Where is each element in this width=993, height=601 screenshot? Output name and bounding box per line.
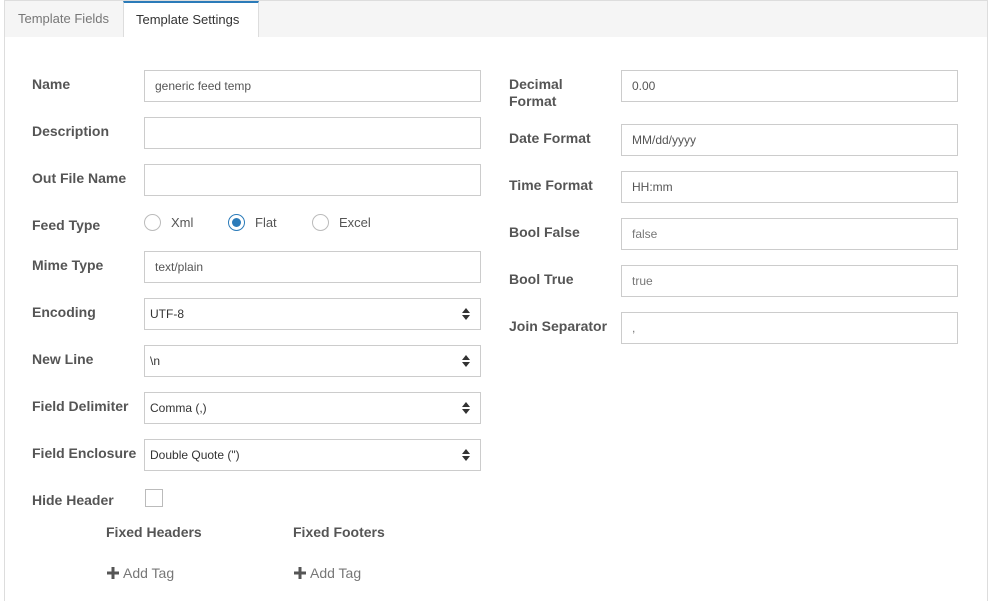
hide-header-label: Hide Header <box>32 492 114 508</box>
decimal-format-label-line2: Format <box>509 93 557 109</box>
time-format-label: Time Format <box>509 177 593 193</box>
feed-type-flat-radio[interactable]: Flat <box>228 214 277 231</box>
feed-type-label: Feed Type <box>32 217 101 233</box>
new-line-label: New Line <box>32 351 94 367</box>
tab-bar: Template Fields Template Settings <box>5 1 987 37</box>
select-arrows-icon <box>462 308 470 320</box>
radio-circle <box>144 214 161 231</box>
fixed-headers-heading: Fixed Headers <box>106 524 202 540</box>
radio-label-flat: Flat <box>255 215 277 230</box>
time-format-input[interactable] <box>621 171 958 203</box>
add-tag-label: Add Tag <box>123 565 175 581</box>
radio-circle-selected <box>228 214 245 231</box>
date-format-label: Date Format <box>509 130 591 146</box>
plus-icon <box>107 567 119 579</box>
date-format-input[interactable] <box>621 124 958 156</box>
plus-icon <box>294 567 306 579</box>
radio-circle <box>312 214 329 231</box>
bool-true-input[interactable] <box>621 265 958 297</box>
field-delimiter-value: Comma (,) <box>150 401 207 415</box>
out-file-name-label: Out File Name <box>32 170 127 186</box>
radio-label-xml: Xml <box>171 215 194 230</box>
field-delimiter-label: Field Delimiter <box>32 398 129 414</box>
select-arrows-icon <box>462 402 470 414</box>
select-arrows-icon <box>462 449 470 461</box>
fixed-footers-heading: Fixed Footers <box>293 524 385 540</box>
decimal-format-input[interactable] <box>621 70 958 102</box>
join-separator-input[interactable] <box>621 312 958 344</box>
mime-type-label: Mime Type <box>32 257 104 273</box>
encoding-value: UTF-8 <box>150 307 184 321</box>
fixed-footers-add-tag-button[interactable]: Add Tag <box>294 565 361 581</box>
bool-true-label: Bool True <box>509 271 574 287</box>
bool-false-label: Bool False <box>509 224 580 240</box>
field-enclosure-value: Double Quote (") <box>150 448 240 462</box>
add-tag-label: Add Tag <box>310 565 362 581</box>
description-label: Description <box>32 123 110 139</box>
out-file-name-input[interactable] <box>144 164 481 196</box>
feed-type-excel-radio[interactable]: Excel <box>312 214 371 231</box>
tab-template-settings[interactable]: Template Settings <box>123 1 259 37</box>
tab-template-fields[interactable]: Template Fields <box>6 1 123 35</box>
join-separator-label: Join Separator <box>509 318 608 334</box>
feed-type-xml-radio[interactable]: Xml <box>144 214 193 231</box>
new-line-select[interactable]: \n <box>144 345 481 377</box>
decimal-format-label: Decimal Format <box>509 76 563 110</box>
fixed-headers-add-tag-button[interactable]: Add Tag <box>107 565 174 581</box>
new-line-value: \n <box>150 354 161 368</box>
hide-header-checkbox[interactable] <box>145 489 163 507</box>
mime-type-input[interactable] <box>144 251 481 283</box>
select-arrows-icon <box>462 355 470 367</box>
field-enclosure-select[interactable]: Double Quote (") <box>144 439 481 471</box>
encoding-label: Encoding <box>32 304 96 320</box>
description-input[interactable] <box>144 117 481 149</box>
name-input[interactable] <box>144 70 481 102</box>
radio-label-excel: Excel <box>339 215 371 230</box>
field-enclosure-label: Field Enclosure <box>32 445 137 461</box>
decimal-format-label-line1: Decimal <box>509 76 563 92</box>
name-label: Name <box>32 76 71 92</box>
bool-false-input[interactable] <box>621 218 958 250</box>
field-delimiter-select[interactable]: Comma (,) <box>144 392 481 424</box>
encoding-select[interactable]: UTF-8 <box>144 298 481 330</box>
